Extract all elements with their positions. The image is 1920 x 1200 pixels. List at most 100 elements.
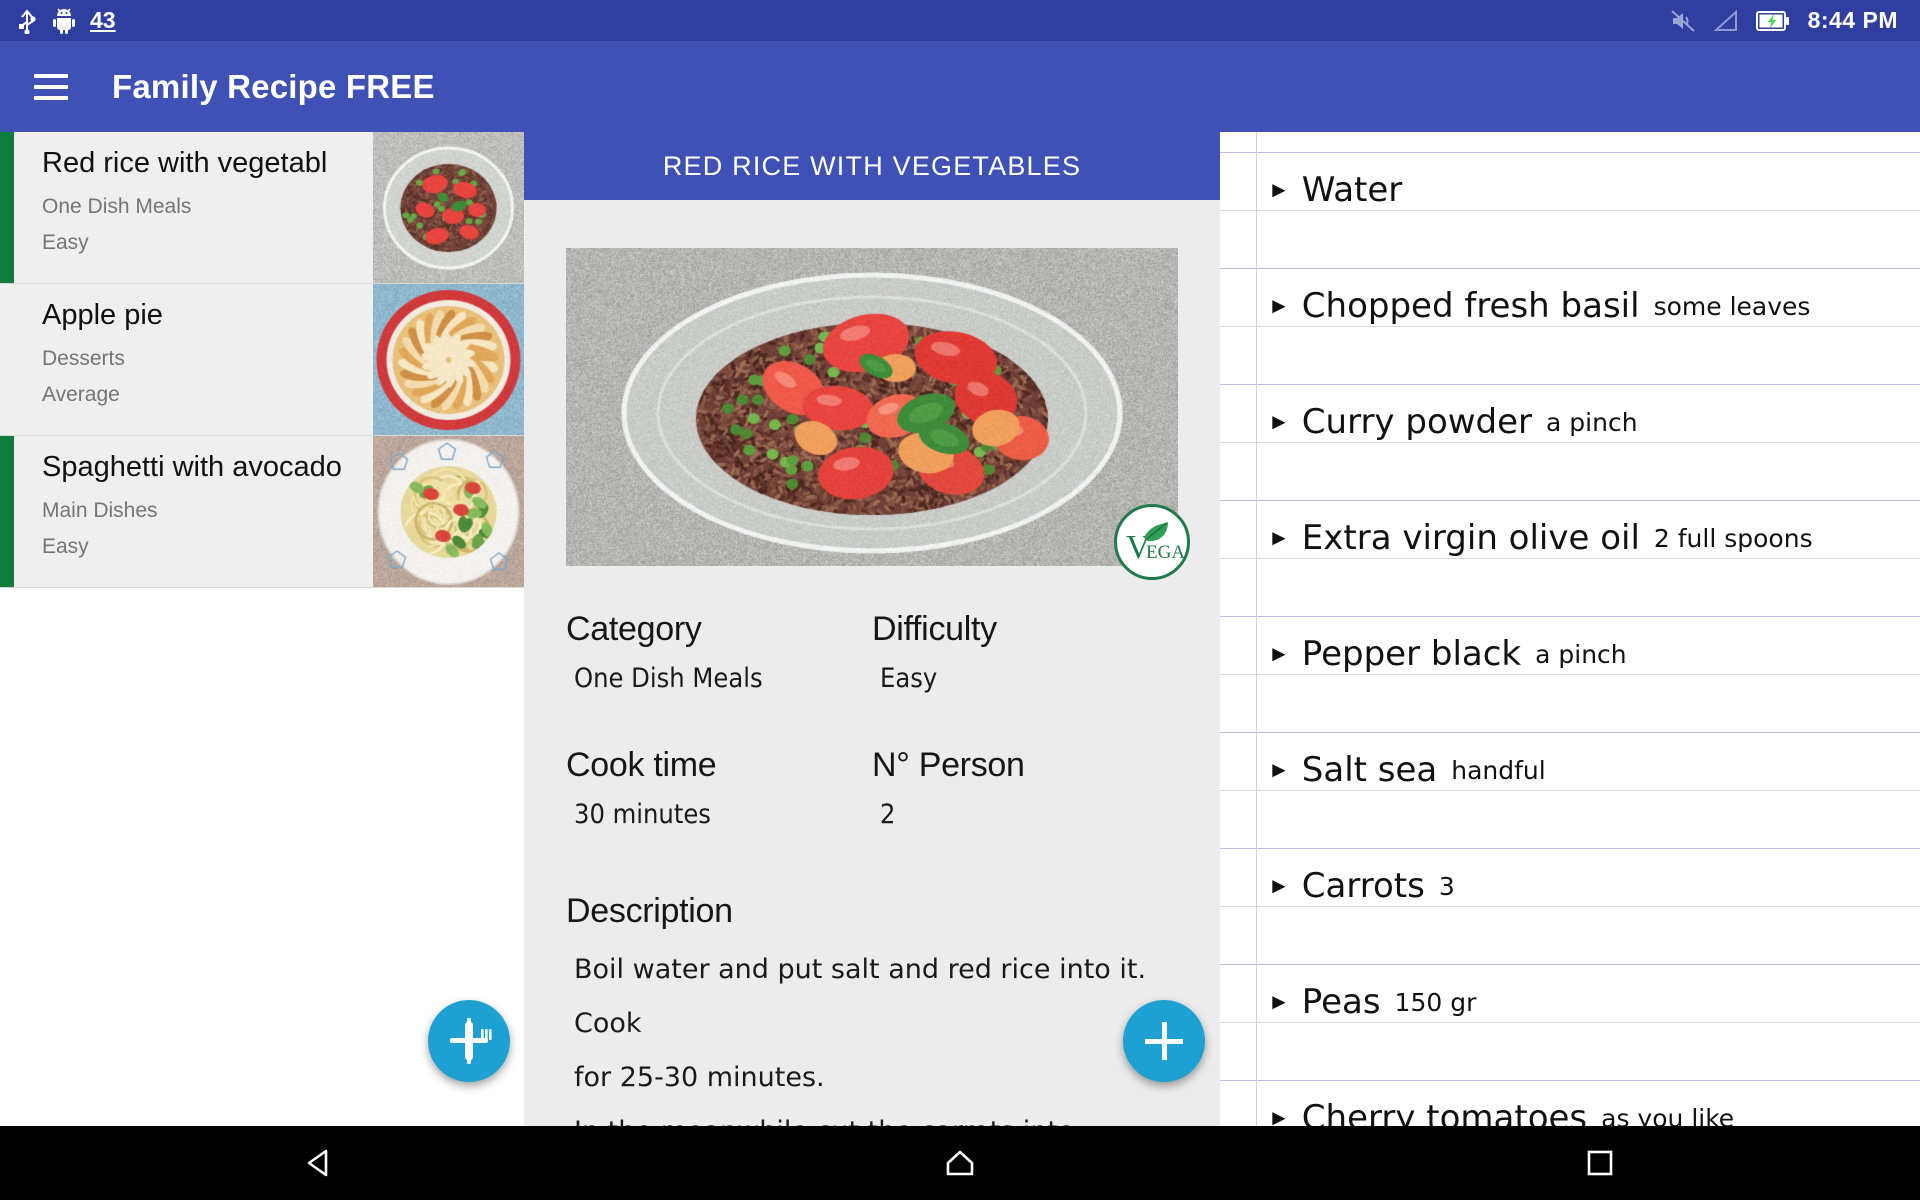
- battery-charging-icon: [1756, 10, 1790, 32]
- ingredient-bullet-icon: ►: [1268, 1107, 1290, 1126]
- meta-label: Category: [566, 610, 872, 649]
- list-item-body: Apple pie Desserts Average: [14, 284, 373, 435]
- android-nav-bar: [0, 1126, 1920, 1200]
- list-item-difficulty: Average: [42, 383, 373, 407]
- plus-icon-vertical: [1162, 1022, 1167, 1060]
- ingredient-quantity: handful: [1451, 756, 1545, 785]
- list-item[interactable]: Apple pie Desserts Average: [0, 284, 524, 436]
- volume-mute-icon: [1670, 9, 1696, 33]
- meta-cook-time: Cook time 30 minutes: [566, 746, 872, 830]
- list-item-title: Spaghetti with avocado: [42, 450, 373, 484]
- description-line: In the meanwhile cut the carrots into ro…: [574, 1105, 1178, 1126]
- ingredient-bullet-icon: ►: [1268, 411, 1290, 433]
- ingredient-row[interactable]: ► Carrots 3: [1220, 828, 1920, 944]
- list-item-category: Main Dishes: [42, 499, 373, 523]
- usb-icon: [16, 8, 38, 34]
- apple-pie-thumb: [373, 284, 524, 435]
- recipe-meta-grid: Category One Dish Meals Difficulty Easy …: [524, 610, 1220, 830]
- description-label: Description: [566, 892, 1178, 931]
- meta-value: Easy: [872, 663, 1178, 694]
- home-pentagon-icon[interactable]: [865, 1126, 1055, 1200]
- list-item-body: Red rice with vegetabl One Dish Meals Ea…: [14, 132, 373, 283]
- meta-value: 2: [872, 799, 1178, 830]
- ingredient-quantity: a pinch: [1535, 640, 1627, 669]
- red-rice-thumb: [373, 132, 524, 283]
- ingredient-row[interactable]: ► Peas 150 gr: [1220, 944, 1920, 1060]
- ingredient-quantity: 150 gr: [1395, 988, 1477, 1017]
- list-item[interactable]: Spaghetti with avocado Main Dishes Easy: [0, 436, 524, 588]
- recipe-detail-panel[interactable]: RED RICE WITH VEGETABLES V EGAN Category…: [524, 132, 1220, 1126]
- ingredient-name: Extra virgin olive oil: [1302, 518, 1640, 558]
- ingredient-bullet-icon: ►: [1268, 759, 1290, 781]
- meta-persons: N° Person 2: [872, 746, 1178, 830]
- category-accent-bar: [0, 436, 14, 587]
- hero-image-wrap: V EGAN: [566, 248, 1178, 566]
- ingredient-quantity: 3: [1439, 872, 1455, 901]
- list-item-title: Apple pie: [42, 298, 373, 332]
- list-item-difficulty: Easy: [42, 535, 373, 559]
- ingredient-bullet-icon: ►: [1268, 179, 1290, 201]
- meta-value: 30 minutes: [566, 799, 872, 830]
- ingredient-bullet-icon: ►: [1268, 295, 1290, 317]
- ingredient-row[interactable]: ► Curry powder a pinch: [1220, 364, 1920, 480]
- list-item-difficulty: Easy: [42, 231, 373, 255]
- meta-value: One Dish Meals: [566, 663, 872, 694]
- category-accent-bar: [0, 132, 14, 283]
- status-bar: 43 8:44 PM: [0, 0, 1920, 41]
- status-bar-time: 8:44 PM: [1808, 7, 1898, 34]
- spaghetti-thumb: [373, 436, 524, 587]
- meta-category: Category One Dish Meals: [566, 610, 872, 694]
- ingredients-panel[interactable]: ► Water ► Chopped fresh basil some leaves ► Cu…: [1220, 132, 1920, 1126]
- vegan-badge-text: EGAN: [1146, 542, 1186, 563]
- ingredient-row[interactable]: ► Extra virgin olive oil 2 full spoons: [1220, 480, 1920, 596]
- recipe-list-panel[interactable]: Red rice with vegetabl One Dish Meals Ea…: [0, 132, 524, 1126]
- detail-header: RED RICE WITH VEGETABLES: [524, 132, 1220, 200]
- status-bar-right: 8:44 PM: [1670, 7, 1904, 34]
- list-item-category: Desserts: [42, 347, 373, 371]
- signal-icon: [1714, 10, 1738, 32]
- list-item[interactable]: Red rice with vegetabl One Dish Meals Ea…: [0, 132, 524, 284]
- meta-label: Cook time: [566, 746, 872, 785]
- ingredient-name: Pepper black: [1302, 634, 1521, 674]
- add-recipe-fab[interactable]: [1123, 1000, 1205, 1082]
- red-rice-plate-photo: [566, 248, 1178, 566]
- list-item-title: Red rice with vegetabl: [42, 146, 373, 180]
- ingredient-row[interactable]: ► Water: [1220, 132, 1920, 248]
- ingredient-row[interactable]: ► Pepper black a pinch: [1220, 596, 1920, 712]
- cook-mode-fab[interactable]: [428, 1000, 510, 1082]
- ingredient-quantity: as you like: [1601, 1104, 1734, 1127]
- ingredient-bullet-icon: ►: [1268, 527, 1290, 549]
- list-item-body: Spaghetti with avocado Main Dishes Easy: [14, 436, 373, 587]
- description-line: for 25-30 minutes.: [574, 1051, 1178, 1105]
- ingredients-list[interactable]: ► Water ► Chopped fresh basil some leaves ► Cu…: [1220, 132, 1920, 1126]
- ingredient-name: Peas: [1302, 982, 1381, 1022]
- app-title: Family Recipe FREE: [112, 68, 435, 106]
- recents-square-icon[interactable]: [1505, 1126, 1695, 1200]
- ingredient-quantity: a pinch: [1546, 408, 1638, 437]
- ingredient-row[interactable]: ► Cherry tomatoes as you like: [1220, 1060, 1920, 1126]
- ingredient-row[interactable]: ► Salt sea handful: [1220, 712, 1920, 828]
- android-debug-icon: [52, 8, 76, 34]
- status-bar-left: 43: [16, 7, 116, 34]
- description-body: Boil water and put salt and red rice int…: [574, 943, 1178, 1126]
- ingredient-name: Curry powder: [1302, 402, 1532, 442]
- ingredient-bullet-icon: ►: [1268, 643, 1290, 665]
- ingredient-name: Water: [1302, 170, 1403, 210]
- notification-count: 43: [90, 7, 116, 34]
- detail-title: RED RICE WITH VEGETABLES: [663, 151, 1081, 182]
- rolling-pin-fork-icon: [444, 1016, 494, 1066]
- ingredient-row[interactable]: ► Chopped fresh basil some leaves: [1220, 248, 1920, 364]
- category-accent-bar: [0, 284, 14, 435]
- hamburger-menu-icon[interactable]: [34, 74, 68, 100]
- description-line: Boil water and put salt and red rice int…: [574, 943, 1178, 1051]
- ingredient-name: Salt sea: [1302, 750, 1437, 790]
- list-item-category: One Dish Meals: [42, 195, 373, 219]
- ingredient-name: Cherry tomatoes: [1302, 1098, 1587, 1126]
- vegan-badge: V EGAN: [1114, 504, 1190, 580]
- ingredient-bullet-icon: ►: [1268, 991, 1290, 1013]
- back-triangle-icon[interactable]: [225, 1126, 415, 1200]
- ingredient-quantity: some leaves: [1654, 292, 1811, 321]
- meta-row: Category One Dish Meals Difficulty Easy: [566, 610, 1178, 694]
- meta-label: Difficulty: [872, 610, 1178, 649]
- ingredient-quantity: 2 full spoons: [1654, 524, 1813, 553]
